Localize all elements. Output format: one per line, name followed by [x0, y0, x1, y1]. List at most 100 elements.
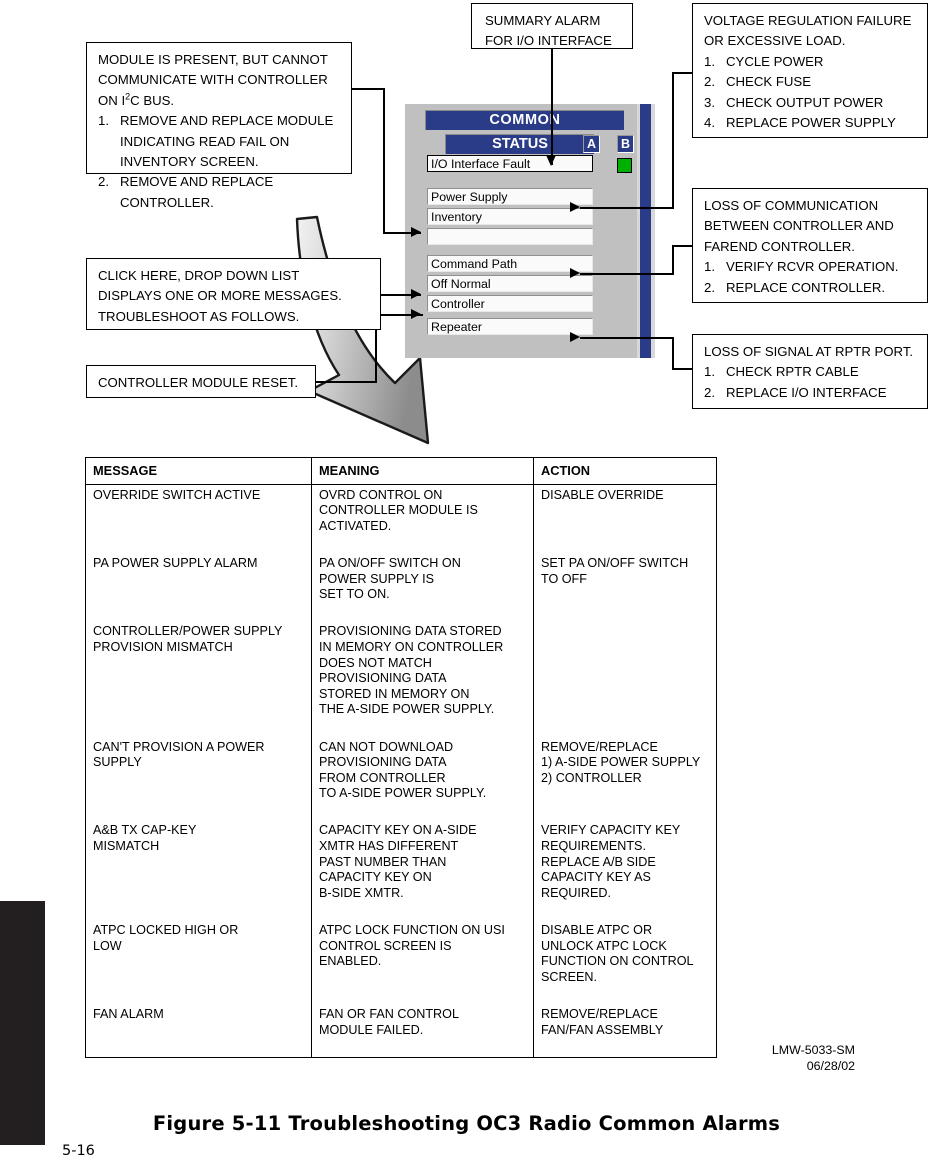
callout-step-number: 2. [98, 174, 109, 190]
cell-spacer [319, 1038, 527, 1054]
callout-line: DISPLAYS ONE OR MORE MESSAGES. [98, 288, 342, 304]
figure-caption: Figure 5-11 Troubleshooting OC3 Radio Co… [152, 1112, 781, 1135]
side-a-badge: A [583, 135, 600, 153]
cell-line: CONTROLLER MODULE IS [319, 503, 478, 518]
callout-line: CLICK HERE, DROP DOWN LIST [98, 268, 300, 283]
cell-line: PAST NUMBER THAN [319, 854, 447, 869]
cell-line: XMTR HAS DIFFERENT [319, 839, 459, 854]
cell-line: PROVISIONING DATA STORED [319, 624, 502, 639]
cell-line: FAN/FAN ASSEMBLY [541, 1022, 664, 1037]
cell-spacer [319, 534, 527, 550]
panel-row-controller[interactable]: Controller [427, 295, 593, 312]
connector-voltage-v [672, 72, 674, 208]
callout-line: COMMUNICATE WITH CONTROLLER [98, 72, 328, 88]
cell-spacer [93, 771, 305, 787]
connector-arrow-command-path [570, 268, 580, 278]
side-b-status-led [617, 158, 632, 173]
connector-arrow-off-normal [411, 289, 421, 299]
cell-message: OVERRIDE SWITCH ACTIVE [85, 484, 312, 553]
connector-summary-alarm-v [551, 49, 553, 165]
cell-line: CAPACITY KEY ON [319, 870, 432, 885]
cell-action: VERIFY CAPACITY KEY REQUIREMENTS. REPLACE … [534, 820, 717, 920]
callout-line: BETWEEN CONTROLLER AND [704, 218, 894, 234]
panel-row-command-path[interactable]: Command Path [427, 255, 593, 272]
panel-scrollbar-track[interactable] [637, 104, 655, 358]
connector-arrow-power-supply [570, 202, 580, 212]
cell-spacer [319, 718, 527, 734]
cell-line: 1) A-SIDE POWER SUPPLY [541, 755, 701, 770]
common-status-panel: COMMON STATUS A B I/O Interface Fault Po… [405, 104, 655, 358]
callout-line: INVENTORY SCREEN. [120, 154, 259, 170]
callout-controller-reset: CONTROLLER MODULE RESET. [86, 365, 316, 398]
cell-line: SCREEN. [541, 969, 597, 984]
cell-action: DISABLE OVERRIDE [534, 484, 717, 553]
cell-action: DISABLE ATPC OR UNLOCK ATPC LOCK FUNCTION … [534, 920, 717, 1004]
cell-meaning: CAPACITY KEY ON A-SIDE XMTR HAS DIFFERENT… [311, 820, 534, 921]
callout-step-number: 2. [704, 74, 715, 90]
connector-losscomm-v [672, 245, 674, 274]
column-header-message: MESSAGE [85, 457, 312, 485]
cell-line: FAN ALARM [93, 1007, 164, 1021]
cell-message: FAN ALARM [85, 1004, 312, 1058]
cell-line: CAPACITY KEY AS [541, 870, 651, 885]
cell-meaning: PA ON/OFF SWITCH ON POWER SUPPLY IS SET TO… [311, 552, 534, 622]
connector-losscomm-h2 [580, 273, 674, 275]
cell-spacer [93, 1023, 305, 1039]
panel-scrollbar-thumb[interactable] [640, 104, 651, 358]
callout-line: 4. REPLACE POWER SUPPLY [704, 113, 918, 133]
connector-arrow-repeater [570, 332, 580, 342]
callout-line: 2. REMOVE AND REPLACE [98, 172, 342, 192]
cell-spacer [541, 503, 710, 519]
callout-line: 2. REPLACE I/O INTERFACE [704, 383, 918, 403]
cell-line: PROVISIONING DATA [319, 671, 447, 686]
cell-message: CONTROLLER/POWER SUPPLY PROVISION MISMATC… [85, 621, 312, 737]
cell-line: CAPACITY KEY ON A-SIDE [319, 823, 477, 838]
panel-row-power-supply[interactable]: Power Supply [427, 188, 593, 205]
connector-losssig-h1 [672, 368, 694, 370]
connector-arrow-fault-field [546, 155, 556, 166]
document-code: LMW-5033-SM [771, 1043, 855, 1057]
cell-spacer [319, 802, 527, 818]
column-header-meaning: MEANING [311, 457, 534, 485]
panel-row-inventory[interactable]: Inventory [427, 208, 593, 225]
callout-step-number: 1. [98, 113, 109, 129]
callout-line: LOSS OF SIGNAL AT RPTR PORT. [704, 344, 914, 359]
cell-line: B-SIDE XMTR. [319, 885, 404, 900]
cell-spacer [541, 786, 710, 802]
page-edge-tab [0, 901, 45, 1145]
table-row: ATPC LOCKED HIGH OR LOW ATPC LOCK FUNCTIO… [85, 920, 717, 1004]
cell-message: A&B TX CAP-KEY MISMATCH [85, 820, 312, 921]
cell-line: A&B TX CAP-KEY [93, 823, 197, 838]
cell-spacer [541, 640, 710, 656]
cell-spacer [319, 603, 527, 619]
table-row: CAN'T PROVISION A POWER SUPPLY CAN NOT DO… [85, 736, 717, 821]
document-code-block: LMW-5033-SM 06/28/02 [740, 1042, 855, 1074]
document-date: 06/28/02 [806, 1059, 855, 1073]
cell-line: UNLOCK ATPC LOCK [541, 938, 667, 953]
cell-line: CAN NOT DOWNLOAD [319, 739, 454, 754]
connector-arrow-inventory [411, 227, 421, 237]
callout-line: 1. CYCLE POWER [704, 52, 918, 72]
callout-voltage-regulation: VOLTAGE REGULATION FAILURE OR EXCESSIVE L… [692, 3, 928, 138]
connector-voltage-h1 [672, 72, 694, 74]
panel-row-blank[interactable] [427, 228, 593, 245]
callout-module-present: MODULE IS PRESENT, BUT CANNOT COMMUNICATE… [86, 42, 352, 210]
panel-row-off-normal[interactable]: Off Normal [427, 275, 593, 292]
panel-row-repeater[interactable]: Repeater [427, 318, 593, 335]
cell-line: REQUIRED. [541, 885, 611, 900]
cell-spacer [541, 901, 710, 917]
connector-losscomm-h1 [672, 245, 694, 247]
cell-line: PA POWER SUPPLY ALARM [93, 555, 258, 570]
cell-line: 2) CONTROLLER [541, 770, 642, 785]
cell-line: ATPC LOCKED HIGH OR [93, 923, 239, 938]
callout-line: SUMMARY ALARM [485, 13, 601, 28]
callout-line: ON I2C BUS. [98, 91, 175, 108]
callout-step-number: 2. [704, 279, 715, 295]
callout-line: 2. REPLACE CONTROLLER. [704, 278, 918, 298]
table-header-row: MESSAGE MEANING ACTION [85, 457, 717, 485]
cell-line: PROVISIONING DATA [319, 755, 447, 770]
cell-line: ENABLED. [319, 954, 382, 969]
callout-line: 2. CHECK FUSE [704, 72, 918, 92]
callout-line: CONTROLLER MODULE RESET. [98, 375, 299, 390]
fault-dropdown-field[interactable]: I/O Interface Fault [427, 155, 593, 172]
